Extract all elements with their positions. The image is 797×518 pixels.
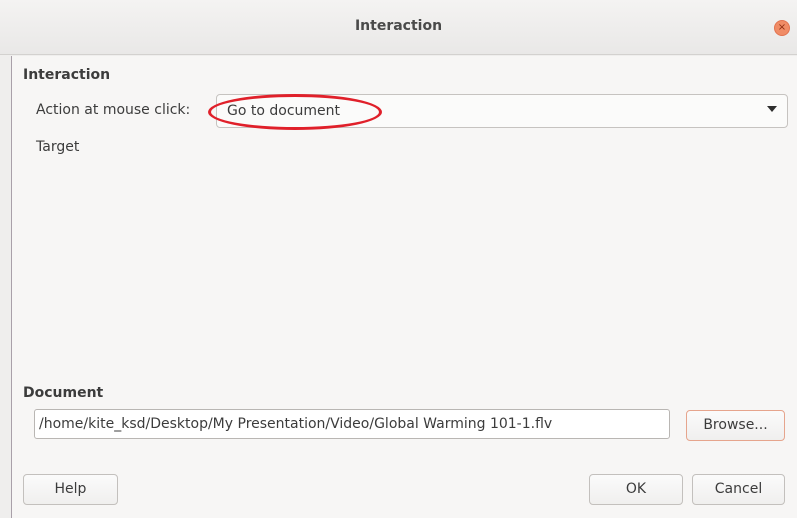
help-button[interactable]: Help [23, 474, 118, 505]
dropdown-arrow-icon [767, 106, 777, 112]
target-label: Target [36, 139, 80, 155]
document-path-value: /home/kite_ksd/Desktop/My Presentation/V… [39, 416, 553, 432]
action-select-value: Go to document [227, 103, 341, 119]
document-path-field[interactable]: /home/kite_ksd/Desktop/My Presentation/V… [34, 409, 670, 439]
interaction-section-label: Interaction [23, 67, 111, 83]
cancel-button[interactable]: Cancel [692, 474, 785, 505]
close-icon[interactable]: × [774, 20, 790, 36]
document-section-label: Document [23, 385, 104, 401]
action-at-mouse-click-label: Action at mouse click: [36, 102, 191, 118]
window-title: Interaction [354, 18, 443, 34]
ok-button[interactable]: OK [589, 474, 683, 505]
title-bar: Interaction × [0, 0, 797, 55]
action-select[interactable]: Go to document [216, 94, 788, 128]
browse-button[interactable]: Browse... [686, 410, 785, 441]
